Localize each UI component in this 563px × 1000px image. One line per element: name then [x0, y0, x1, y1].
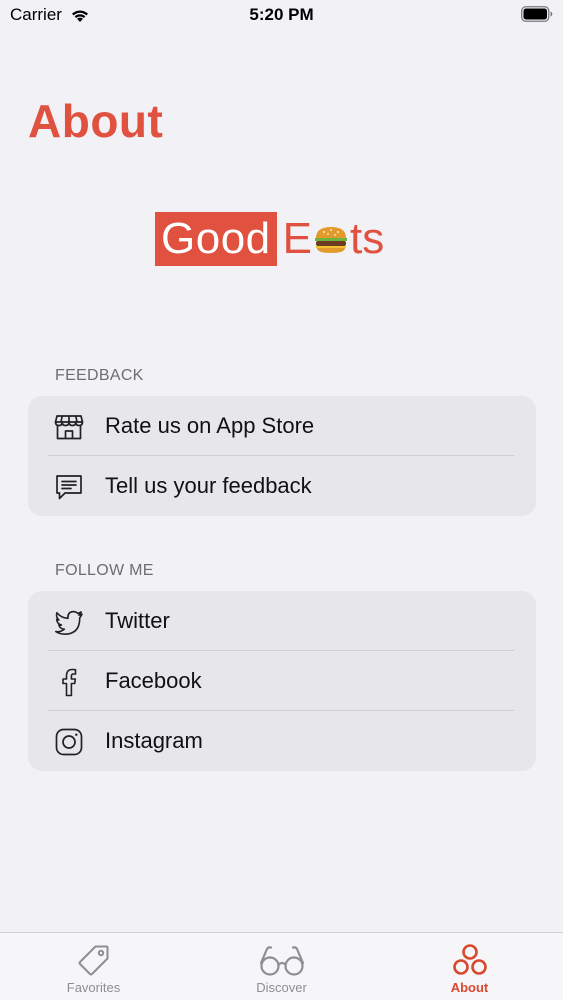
circles-icon — [452, 944, 487, 975]
tab-about-label: About — [450, 980, 489, 995]
tab-discover[interactable]: Discover — [188, 933, 375, 1000]
feedback-group: Rate us on App Store Tell us your feedba… — [28, 396, 536, 516]
glasses-icon — [259, 946, 304, 976]
chat-bubble-icon — [56, 475, 82, 500]
tab-favorites-label: Favorites — [66, 980, 121, 995]
store-icon — [54, 415, 84, 440]
facebook-label: Facebook — [105, 668, 202, 693]
tab-bar: Favorites Discover About — [0, 932, 563, 1000]
facebook-icon — [62, 668, 77, 697]
instagram-icon — [55, 728, 83, 756]
status-bar: Carrier 5:20 PM — [0, 0, 563, 30]
about-screen: Carrier 5:20 PM About Good E ts FEEDBACK… — [0, 0, 563, 1000]
feedback-section-header: FEEDBACK — [55, 367, 144, 384]
logo-good-text: Good — [155, 212, 277, 266]
tell-feedback-row[interactable]: Tell us your feedback — [28, 456, 536, 516]
instagram-row[interactable]: Instagram — [28, 711, 536, 771]
tab-discover-label: Discover — [256, 980, 307, 995]
twitter-label: Twitter — [105, 608, 170, 633]
tab-favorites[interactable]: Favorites — [0, 933, 187, 1000]
tell-feedback-label: Tell us your feedback — [105, 473, 312, 498]
follow-section-header: FOLLOW ME — [55, 562, 154, 579]
twitter-row[interactable]: Twitter — [28, 591, 536, 651]
follow-group: Twitter Facebook Instagram — [28, 591, 536, 771]
tag-icon — [78, 945, 108, 976]
goodeats-logo: Good E ts — [155, 212, 384, 266]
rate-app-store-row[interactable]: Rate us on App Store — [28, 396, 536, 456]
rate-app-store-label: Rate us on App Store — [105, 413, 315, 438]
burger-icon — [315, 227, 347, 253]
battery-icon — [521, 6, 553, 22]
logo-eats-text: E ts — [277, 212, 385, 266]
clock: 5:20 PM — [249, 5, 314, 24]
facebook-row[interactable]: Facebook — [28, 651, 536, 711]
page-title: About — [28, 95, 164, 147]
logo-e-letter: E — [282, 214, 312, 263]
twitter-icon — [55, 610, 83, 635]
instagram-label: Instagram — [105, 728, 203, 753]
tab-about[interactable]: About — [376, 933, 563, 1000]
logo-ts-letters: ts — [350, 214, 385, 263]
